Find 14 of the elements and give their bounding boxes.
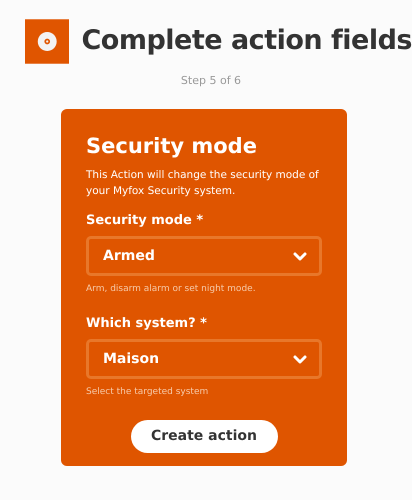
card-description: This Action will change the security mode of your Myfox Security system. [86, 168, 320, 199]
page-title: Complete action fields [81, 24, 412, 58]
field-hint: Arm, disarm alarm or set night mode. [86, 283, 257, 296]
step-indicator: Step 5 of 6 [180, 73, 242, 89]
logo-icon [25, 18, 70, 65]
field-hint: Select the targeted system [86, 386, 210, 400]
field-label: Which system? * [86, 314, 208, 333]
select-dropdown[interactable]: Maison [86, 339, 322, 380]
card-title: Security mode [86, 132, 258, 159]
chevron-down-icon [293, 252, 307, 261]
select-dropdown[interactable]: Armed [86, 236, 322, 276]
chevron-down-icon [293, 354, 307, 364]
field-label: Security mode * [86, 212, 204, 230]
create-action-button[interactable]: Create action [130, 420, 278, 453]
